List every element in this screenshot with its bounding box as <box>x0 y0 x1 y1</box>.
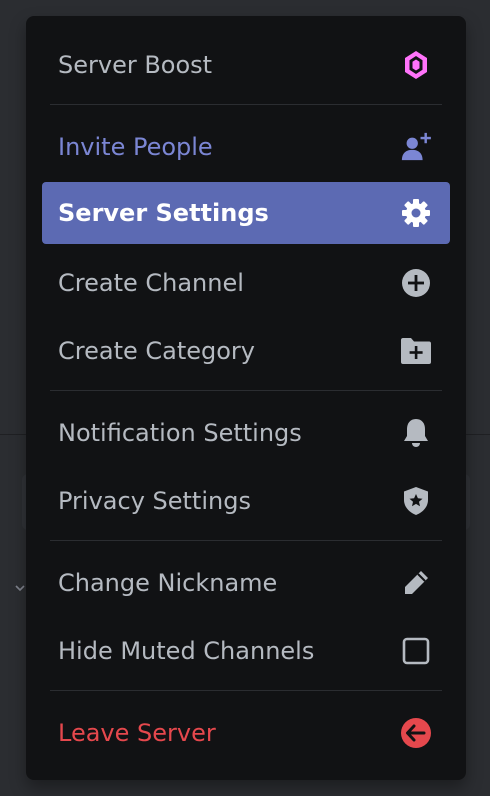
menu-item-leave-server[interactable]: Leave Server <box>42 702 450 764</box>
boost-gem-icon <box>400 49 432 81</box>
menu-item-change-nickname[interactable]: Change Nickname <box>42 552 450 614</box>
shield-star-icon <box>400 485 432 517</box>
menu-item-label: Server Settings <box>58 199 269 227</box>
menu-item-label: Privacy Settings <box>58 487 251 515</box>
menu-item-server-boost[interactable]: Server Boost <box>42 34 450 96</box>
menu-item-label: Hide Muted Channels <box>58 637 315 665</box>
menu-separator <box>50 104 442 105</box>
menu-item-label: Leave Server <box>58 719 216 747</box>
menu-item-hide-muted-channels[interactable]: Hide Muted Channels <box>42 620 450 682</box>
chevron-down-icon <box>15 585 25 592</box>
menu-separator <box>50 390 442 391</box>
menu-item-create-channel[interactable]: Create Channel <box>42 252 450 314</box>
menu-item-label: Server Boost <box>58 51 213 79</box>
gear-icon <box>400 197 432 229</box>
plus-circle-icon <box>400 267 432 299</box>
menu-item-label: Create Channel <box>58 269 244 297</box>
menu-separator <box>50 690 442 691</box>
menu-item-label: Change Nickname <box>58 569 278 597</box>
menu-item-create-category[interactable]: Create Category <box>42 320 450 382</box>
pencil-icon <box>400 567 432 599</box>
menu-item-notification-settings[interactable]: Notification Settings <box>42 402 450 464</box>
leave-arrow-icon <box>400 717 432 749</box>
menu-item-server-settings[interactable]: Server Settings <box>42 182 450 244</box>
bell-icon <box>400 417 432 449</box>
add-person-icon <box>400 131 432 163</box>
menu-item-label: Create Category <box>58 337 256 365</box>
menu-separator <box>50 540 442 541</box>
menu-item-invite-people[interactable]: Invite People <box>42 116 450 178</box>
menu-item-privacy-settings[interactable]: Privacy Settings <box>42 470 450 532</box>
checkbox-unchecked-icon[interactable] <box>400 635 432 667</box>
menu-item-label: Invite People <box>58 133 213 161</box>
menu-item-label: Notification Settings <box>58 419 302 447</box>
folder-plus-icon <box>400 335 432 367</box>
server-context-menu: Server Boost Invite People Server Settin… <box>26 16 466 780</box>
